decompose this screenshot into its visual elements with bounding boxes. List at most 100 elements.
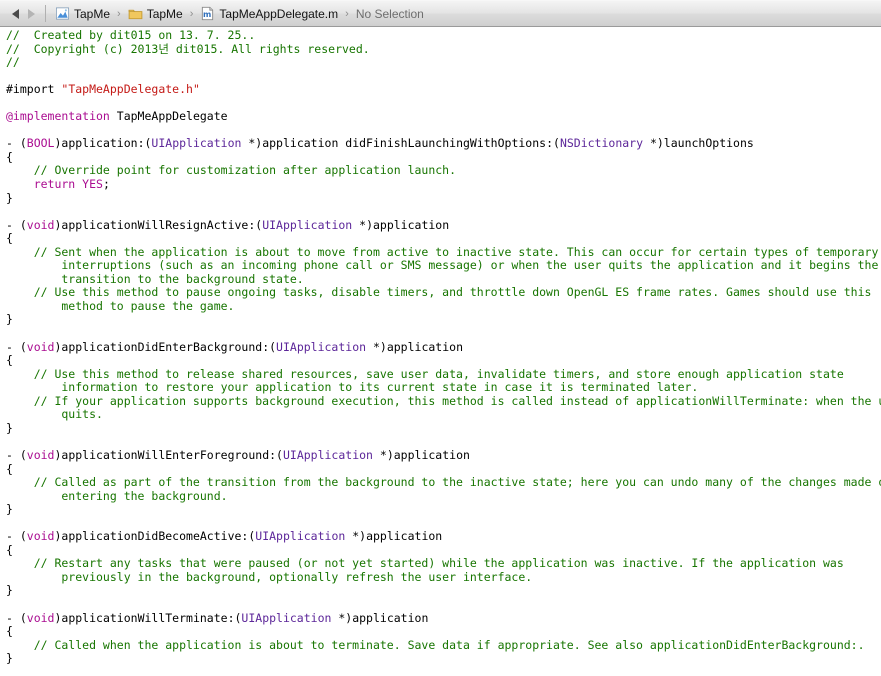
breadcrumb-item-1[interactable]: TapMe — [52, 5, 113, 22]
forward-arrow-icon[interactable] — [28, 8, 35, 19]
code-token-kw: @implementation — [6, 109, 110, 124]
svg-text:m: m — [203, 10, 211, 19]
code-line: return YES; — [6, 177, 875, 192]
code-line: { — [6, 149, 875, 165]
code-token-kw: BOOL — [26, 136, 55, 151]
code-token-pln: } — [6, 420, 13, 435]
code-token-pln: )applicationWillEnterForeground:( — [54, 447, 283, 462]
code-token-cmt: // If your application supports backgrou… — [6, 393, 881, 408]
code-line: - (BOOL)application:(UIApplication *)app… — [6, 137, 875, 151]
xcode-project-icon — [56, 7, 69, 20]
folder-icon — [128, 9, 143, 20]
code-token-type: UIApplication — [276, 339, 367, 354]
back-arrow-icon[interactable] — [12, 8, 19, 19]
code-token-pln: - ( — [6, 529, 27, 544]
toolbar-divider — [45, 5, 46, 22]
code-token-cmt: previously in the background, optionally… — [6, 569, 533, 584]
code-token-kw: void — [26, 610, 55, 625]
code-token-pln: )applicationWillResignActive:( — [54, 217, 263, 232]
source-editor[interactable]: // Created by dit015 on 13. 7. 25..// Co… — [0, 27, 881, 675]
code-line: #import "TapMeAppDelegate.h" — [6, 82, 875, 97]
code-line: { — [6, 543, 875, 558]
code-token-cmt: // Sent when the application is about to… — [6, 244, 879, 259]
code-line: // Copyright (c) 2013년 dit015. All right… — [6, 41, 875, 57]
code-token-kw: void — [26, 217, 55, 232]
breadcrumb: TapMe › TapMe › m TapMeAppDelegate.m › No Selec… — [52, 5, 427, 22]
code-token-cmt: // Use this method to release shared res… — [6, 366, 844, 381]
code-line: // Restart any tasks that were paused (o… — [6, 557, 875, 571]
code-line: - (void)applicationDidBecomeActive:(UIAp… — [6, 529, 875, 544]
code-line: } — [6, 420, 875, 436]
code-token-cmt: // Called as part of the transition from… — [6, 475, 881, 490]
code-token-cmt: // Called when the application is about … — [6, 637, 865, 652]
code-token-pln: *)application — [366, 339, 463, 354]
code-token-pln: *)application — [372, 447, 470, 462]
breadcrumb-separator-icon: › — [189, 7, 194, 20]
code-token-cmt: // Copyright (c) 2013년 dit015. All right… — [6, 41, 370, 56]
code-token-type: NSDictionary — [559, 136, 644, 151]
code-line: } — [6, 502, 875, 517]
code-line: information to restore your application … — [6, 380, 875, 395]
code-token-pln: } — [6, 583, 13, 598]
code-token-type: UIApplication — [255, 529, 346, 544]
code-line: // Override point for customization afte… — [6, 164, 875, 178]
code-token-pln: - ( — [6, 447, 27, 462]
breadcrumb-separator-icon: › — [117, 7, 121, 20]
code-token-pln: } — [6, 502, 13, 517]
breadcrumb-item-4[interactable]: No Selection — [353, 6, 427, 22]
code-line: // — [6, 55, 875, 70]
code-token-kw: return YES — [6, 177, 103, 192]
code-token-pln: *)application — [345, 529, 443, 544]
code-token-type: UIApplication — [282, 447, 373, 462]
breadcrumb-item-2[interactable]: TapMe — [125, 5, 186, 22]
code-line: - (void)applicationDidEnterBackground:(U… — [6, 339, 875, 355]
navigation-arrows — [4, 8, 43, 19]
code-token-pln: } — [6, 312, 13, 327]
code-token-pln: *)application — [331, 610, 429, 625]
code-token-type: UIApplication — [262, 217, 353, 232]
code-line: - (void)applicationWillTerminate:(UIAppl… — [6, 610, 875, 626]
code-line: // Created by dit015 on 13. 7. 25.. — [6, 28, 875, 43]
code-token-kw: void — [26, 529, 55, 544]
code-line: interruptions (such as an incoming phone… — [6, 258, 879, 273]
code-token-cmt: interruptions (such as an incoming phone… — [6, 258, 879, 273]
code-token-pln: } — [6, 651, 13, 666]
code-line: // Called as part of the transition from… — [6, 475, 881, 490]
source-code-text[interactable]: // Created by dit015 on 13. 7. 25..// Co… — [0, 28, 881, 675]
breadcrumb-item-label: TapMe — [146, 6, 183, 21]
code-line: - (void)applicationWillEnterForeground:(… — [6, 447, 875, 463]
code-line: previously in the background, optionally… — [6, 569, 875, 585]
code-line: { — [6, 462, 875, 477]
code-token-pln: { — [6, 231, 13, 246]
code-token-pln: - ( — [6, 136, 27, 151]
code-token-cmt: // Restart any tasks that were paused (o… — [6, 556, 844, 571]
breadcrumb-item-label: No Selection — [355, 6, 424, 21]
code-token-pln: )applicationWillTerminate:( — [54, 610, 242, 625]
code-line: { — [6, 624, 875, 639]
code-line: // If your application supports backgrou… — [6, 394, 881, 409]
code-token-pln: *)launchOptions — [643, 136, 754, 151]
code-token-pln: } — [6, 190, 13, 205]
code-line: { — [6, 353, 875, 368]
code-token-pre: #import — [6, 82, 62, 97]
code-token-pln: )applicationDidEnterBackground:( — [54, 339, 277, 354]
breadcrumb-item-3[interactable]: m TapMeAppDelegate.m — [197, 5, 341, 22]
code-line: } — [6, 651, 875, 666]
objc-implementation-file-icon: m — [202, 6, 214, 21]
code-token-kw: void — [26, 339, 55, 354]
code-line: method to pause the game. — [6, 299, 875, 314]
code-line: } — [6, 190, 875, 206]
code-line: @implementation TapMeAppDelegate — [6, 110, 875, 124]
code-token-pln: )applicationDidBecomeActive:( — [54, 529, 256, 544]
code-line: { — [6, 231, 875, 246]
code-token-cmt: transition to the background state. — [6, 271, 304, 286]
code-token-pln: { — [6, 149, 13, 164]
code-token-pln: TapMeAppDelegate — [109, 109, 228, 124]
